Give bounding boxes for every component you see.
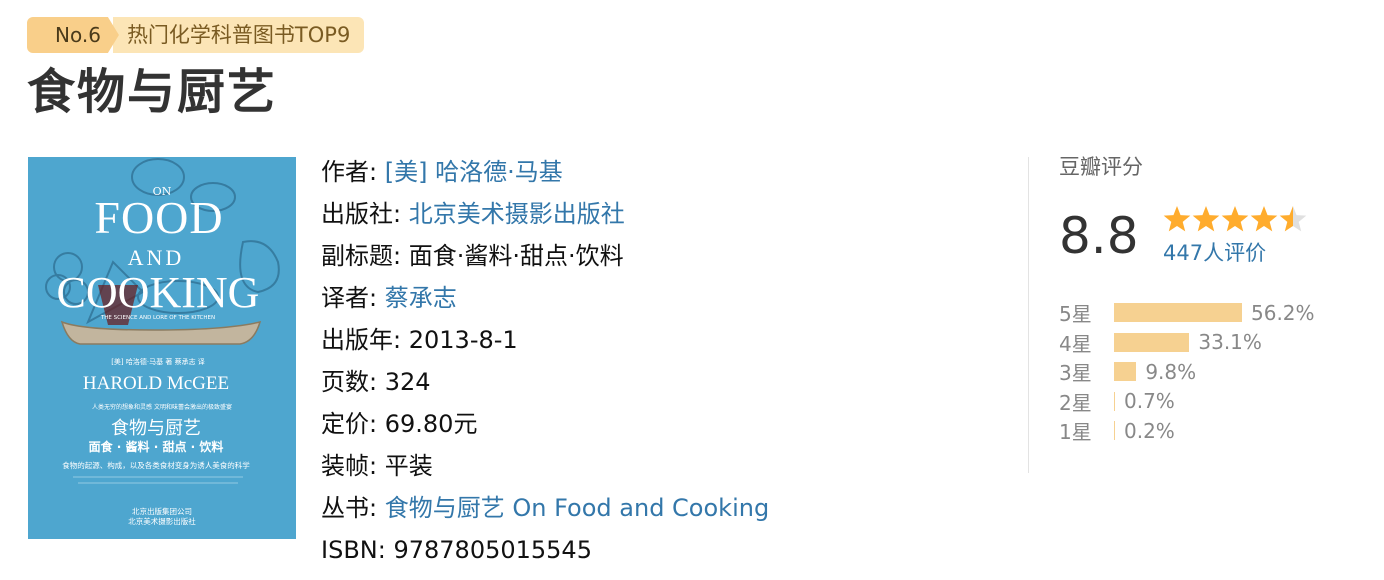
cover-blurb: 人类无穷的想象和灵感 文明和味蕾会激出的极致盛宴 [92, 403, 232, 411]
info-label: 出版社: [321, 200, 402, 228]
cover-translator: [美] 哈洛德·马基 著 蔡承志 译 [111, 357, 205, 366]
binding-value: 平装 [384, 452, 433, 480]
info-label: ISBN: [321, 536, 386, 564]
rating-stars [1163, 203, 1315, 239]
info-binding: 装帧: 平装 [321, 449, 769, 491]
isbn-value: 9787805015545 [393, 536, 592, 564]
cover-publisher-group: 北京出版集团公司 [132, 506, 192, 516]
cover-title-cn: 食物与厨艺 [111, 418, 201, 439]
info-subtitle: 副标题: 面食·酱料·甜点·饮料 [321, 239, 769, 281]
book-info: 作者: [美] 哈洛德·马基 出版社: 北京美术摄影出版社 副标题: 面食·酱料… [321, 155, 769, 575]
page-title: 食物与厨艺 [27, 64, 278, 120]
rating-votes-link[interactable]: 447人评价 [1163, 238, 1266, 268]
stars-graphic [1163, 206, 1307, 232]
star-icon [1221, 206, 1249, 232]
book-cover[interactable]: ON FOOD AND COOKING THE SCIENCE AND LORE… [28, 157, 296, 539]
info-isbn: ISBN: 9787805015545 [321, 533, 769, 575]
star-icon [1192, 206, 1220, 232]
distribution-bar [1114, 303, 1242, 323]
distribution-row: 1星 0.2% [1059, 416, 1315, 446]
pub-year-value: 2013-8-1 [408, 326, 518, 354]
info-pages: 页数: 324 [321, 365, 769, 407]
distribution-row: 3星 9.8% [1059, 357, 1315, 387]
star-icon [1163, 206, 1191, 232]
rank-list-link[interactable]: 热门化学科普图书TOP9 [112, 17, 365, 53]
rating-distribution: 5星 56.2% 4星 33.1% 3星 9.8% 2星 0.7% 1星 0.2% [1059, 298, 1315, 446]
distribution-percent: 56.2% [1251, 300, 1315, 325]
publisher-link[interactable]: 北京美术摄影出版社 [409, 200, 625, 228]
star-icon [1250, 206, 1278, 232]
info-label: 丛书: [321, 494, 378, 522]
info-publisher: 出版社: 北京美术摄影出版社 [321, 197, 769, 239]
rating-score: 8.8 [1059, 207, 1139, 265]
translator-link[interactable]: 蔡承志 [385, 284, 457, 312]
info-series: 丛书: 食物与厨艺 On Food and Cooking [321, 491, 769, 533]
info-label: 出版年: [321, 326, 402, 354]
series-link[interactable]: 食物与厨艺 On Food and Cooking [385, 494, 769, 522]
book-cover-art: ON FOOD AND COOKING THE SCIENCE AND LORE… [28, 157, 296, 539]
distribution-bar [1114, 421, 1115, 441]
info-translator: 译者: 蔡承志 [321, 281, 769, 323]
distribution-bar [1114, 332, 1190, 352]
subtitle-value: 面食·酱料·甜点·饮料 [408, 242, 624, 270]
distribution-percent: 0.2% [1124, 418, 1175, 443]
distribution-bar [1114, 391, 1115, 411]
pages-value: 324 [384, 368, 431, 396]
info-pub-year: 出版年: 2013-8-1 [321, 323, 769, 365]
cover-tagline: THE SCIENCE AND LORE OF THE KITCHEN [100, 315, 215, 321]
distribution-percent: 33.1% [1198, 330, 1262, 355]
ranking-badge[interactable]: No.6 热门化学科普图书TOP9 [27, 17, 365, 53]
info-label: 译者: [321, 284, 378, 312]
star-icon [1279, 206, 1307, 232]
distribution-row: 2星 0.7% [1059, 387, 1315, 417]
cover-publisher: 北京美术摄影出版社 [128, 516, 196, 526]
cover-cooking: COOKING [57, 268, 260, 317]
distribution-percent: 9.8% [1145, 359, 1197, 384]
douban-rating: 豆瓣评分 8.8 447人评价 5星 56.2% 4星 33.1% 3星 9.8% 2星 0.… [1059, 152, 1359, 444]
cover-author: HAROLD McGEE [83, 373, 229, 394]
cover-desc: 食物的起源、构成，以及各类食材变身为诱人美食的科学 [62, 460, 250, 470]
info-author: 作者: [美] 哈洛德·马基 [321, 155, 769, 197]
info-label: 定价: [321, 410, 378, 438]
distribution-label: 3星 [1059, 361, 1092, 386]
author-link[interactable]: [美] 哈洛德·马基 [385, 158, 563, 186]
info-price: 定价: 69.80元 [321, 407, 769, 449]
distribution-row: 5星 56.2% [1059, 298, 1315, 328]
distribution-bar [1114, 362, 1137, 382]
rank-number: No.6 [27, 17, 119, 53]
info-label: 副标题: [321, 242, 402, 270]
info-label: 装帧: [321, 452, 378, 480]
distribution-label: 2星 [1059, 390, 1092, 415]
distribution-label: 4星 [1059, 331, 1092, 356]
section-divider [1028, 157, 1029, 473]
price-value: 69.80元 [384, 410, 478, 438]
info-label: 作者: [321, 158, 378, 186]
cover-and: AND [128, 245, 185, 270]
distribution-percent: 0.7% [1124, 389, 1175, 414]
distribution-label: 1星 [1059, 420, 1092, 445]
distribution-row: 4星 33.1% [1059, 328, 1315, 358]
distribution-label: 5星 [1059, 302, 1092, 327]
rating-title: 豆瓣评分 [1059, 155, 1143, 179]
cover-subtitle-cn: 面食 · 酱料 · 甜点 · 饮料 [89, 439, 224, 454]
info-label: 页数: [321, 368, 378, 396]
cover-food: FOOD [94, 192, 223, 243]
